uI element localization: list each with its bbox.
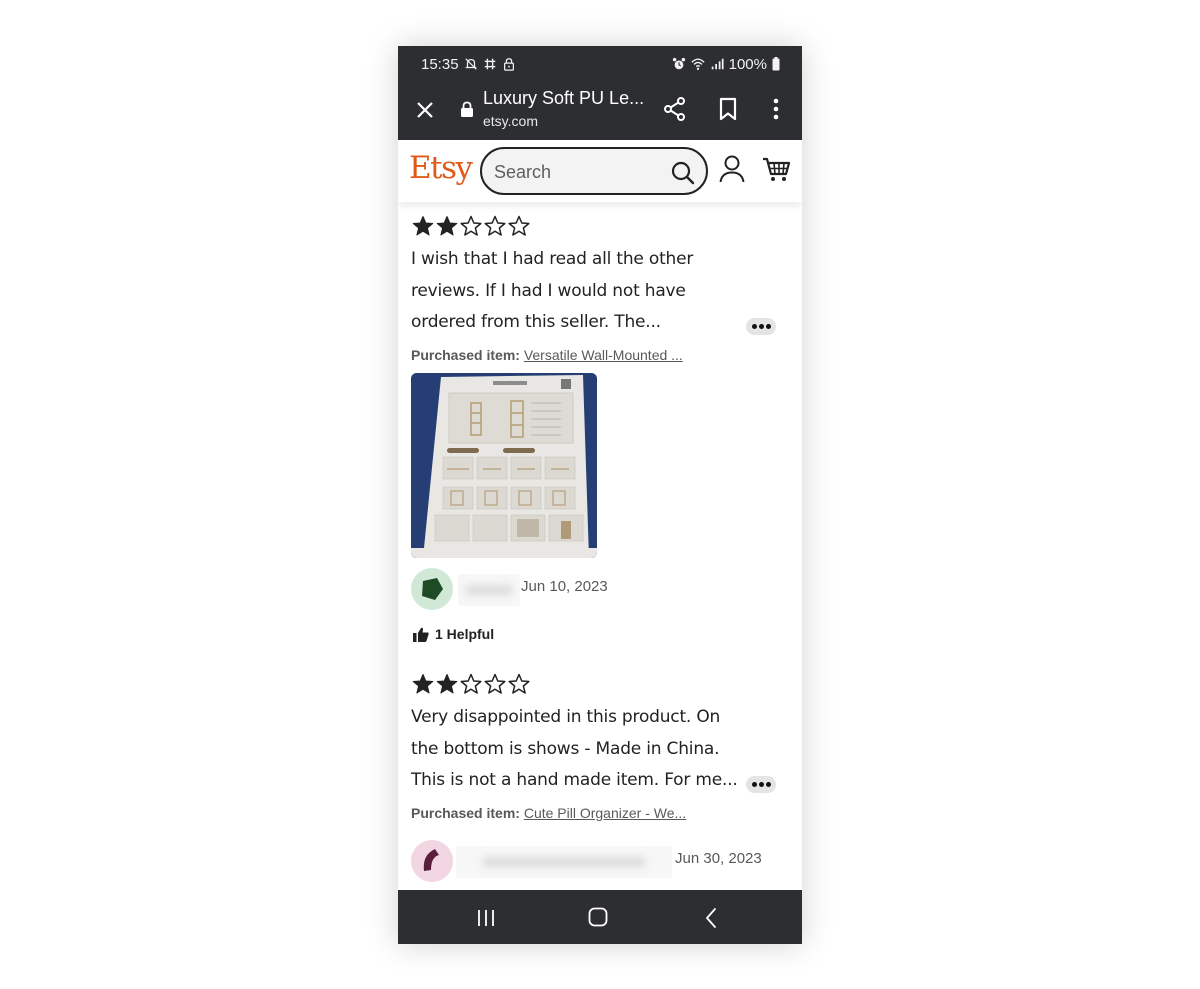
battery-level: 100%: [728, 55, 767, 73]
star-rating: [411, 214, 531, 238]
share-button[interactable]: [662, 96, 688, 122]
reviews-list: I wish that I had read all the other rev…: [398, 202, 802, 890]
close-tab-button[interactable]: [413, 98, 437, 122]
home-icon: [588, 907, 608, 927]
dot-icon: [751, 782, 757, 787]
bookmark-icon: [719, 97, 737, 121]
browser-toolbar: Luxury Soft PU Le... etsy.com: [398, 82, 802, 140]
review-card: Very disappointed in this product. On th…: [398, 660, 802, 890]
star-filled-icon: [436, 674, 458, 694]
dot-icon: [765, 324, 771, 329]
review-date: Jun 30, 2023: [675, 850, 762, 867]
recent-apps-button[interactable]: [476, 909, 496, 927]
thumbs-up-icon: [413, 627, 429, 642]
dot-icon: [765, 782, 771, 787]
status-time: 15:35: [421, 55, 459, 73]
more-options-button[interactable]: [764, 96, 788, 122]
cart-button[interactable]: [762, 154, 790, 184]
search-button[interactable]: [670, 160, 696, 186]
user-icon: [719, 155, 745, 183]
expand-review-button[interactable]: [746, 318, 776, 335]
review-text: I wish that I had read all the other rev…: [411, 249, 694, 332]
signal-icon: [710, 57, 724, 71]
star-filled-icon: [436, 216, 458, 236]
star-empty-icon: [508, 215, 530, 236]
page-title: Luxury Soft PU Le...: [483, 88, 645, 108]
review-text: Very disappointed in this product. On th…: [411, 707, 738, 790]
purchased-item: Purchased item: Cute Pill Organizer - We…: [411, 805, 686, 821]
status-left: 15:35: [421, 56, 516, 73]
dot-icon: [758, 782, 764, 787]
review-photo[interactable]: [411, 373, 597, 558]
lock-icon: [502, 57, 516, 71]
dot-icon: [751, 324, 757, 329]
close-icon: [417, 102, 433, 118]
battery-icon: [772, 57, 780, 71]
expand-review-button[interactable]: [746, 776, 776, 793]
bookmark-button[interactable]: [716, 96, 740, 122]
helpful-count: 1 Helpful: [435, 626, 495, 642]
star-rating: [411, 672, 531, 696]
status-right: 100%: [672, 56, 780, 73]
star-empty-icon: [460, 673, 482, 694]
star-empty-icon: [508, 673, 530, 694]
reviewer-avatar[interactable]: [411, 840, 453, 882]
phone-screen: 15:35 100% Luxury Soft PU Le... etsy.com…: [398, 46, 802, 944]
reviewer-avatar[interactable]: [411, 568, 453, 610]
wifi-icon: [691, 57, 705, 71]
star-empty-icon: [484, 673, 506, 694]
dot-icon: [758, 324, 764, 329]
purchased-label: Purchased item:: [411, 347, 520, 363]
avatar-arc-icon: [411, 840, 453, 882]
notifications-muted-icon: [464, 57, 478, 71]
page-url: etsy.com: [483, 113, 538, 129]
secure-lock-icon: [460, 101, 474, 117]
star-filled-icon: [412, 674, 434, 694]
home-button[interactable]: [588, 907, 608, 927]
share-icon: [664, 97, 685, 121]
back-icon: [706, 908, 716, 928]
star-empty-icon: [460, 215, 482, 236]
status-bar: 15:35 100%: [398, 46, 802, 82]
star-filled-icon: [412, 216, 434, 236]
purchased-item-link[interactable]: Cute Pill Organizer - We...: [524, 805, 686, 821]
reviewer-name-blurred: [458, 574, 520, 606]
search-input[interactable]: [494, 160, 664, 184]
instruction-sheet-image: [411, 373, 597, 558]
slack-icon: [483, 57, 497, 71]
search-bar[interactable]: [480, 147, 708, 195]
back-button[interactable]: [704, 907, 718, 929]
account-button[interactable]: [718, 154, 746, 184]
etsy-logo[interactable]: Etsy: [409, 150, 473, 186]
recent-apps-icon: [478, 910, 494, 926]
etsy-header: Etsy: [398, 140, 802, 202]
alarm-icon: [672, 57, 686, 71]
review-date: Jun 10, 2023: [521, 578, 608, 595]
purchased-item-link[interactable]: Versatile Wall-Mounted ...: [524, 347, 683, 363]
purchased-label: Purchased item:: [411, 805, 520, 821]
system-nav-bar: [398, 890, 802, 944]
avatar-pentagon-icon: [411, 568, 453, 610]
review-card: I wish that I had read all the other rev…: [398, 202, 802, 662]
cart-icon: [763, 157, 790, 181]
helpful-button[interactable]: 1 Helpful: [413, 626, 494, 642]
purchased-item: Purchased item: Versatile Wall-Mounted .…: [411, 347, 683, 363]
star-empty-icon: [484, 215, 506, 236]
reviewer-name-blurred: [456, 846, 672, 878]
search-icon: [671, 161, 695, 185]
more-vertical-icon: [773, 98, 779, 120]
